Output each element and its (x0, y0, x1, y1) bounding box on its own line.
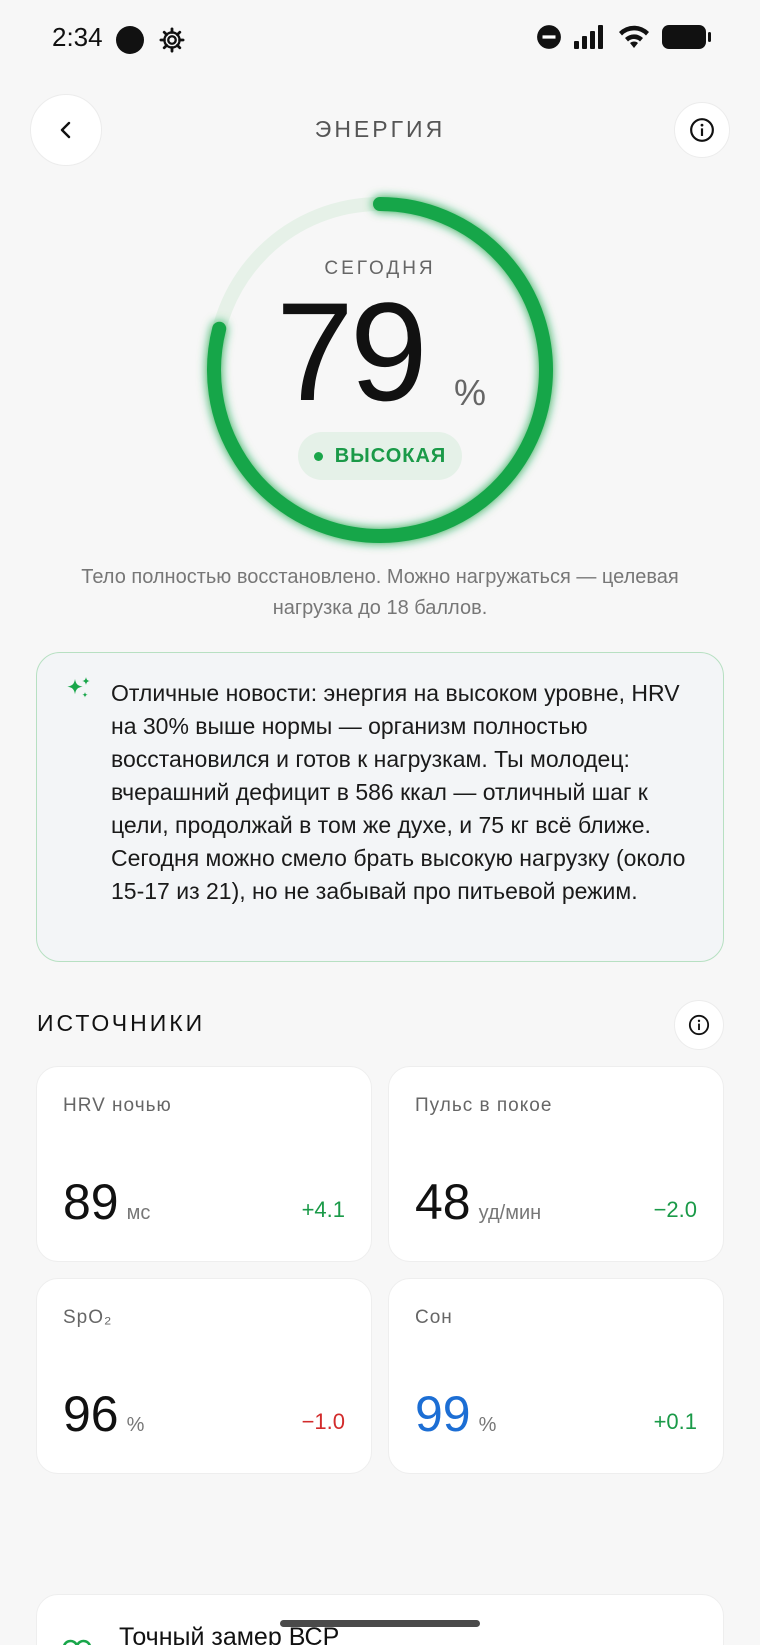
energy-gauge: СЕГОДНЯ 79 % ВЫСОКАЯ (192, 182, 568, 558)
ai-insight-text: Отличные новости: энергия на высоком уро… (111, 680, 686, 904)
black-dot-icon (116, 26, 144, 54)
do-not-disturb-icon (536, 24, 562, 55)
metric-unit: % (478, 1414, 497, 1436)
page-title: ЭНЕРГИЯ (314, 116, 446, 142)
metric-card-resting-pulse[interactable]: Пульс в покое 48 уд/мин −2.0 (388, 1066, 724, 1262)
metric-value: 99 (415, 1386, 471, 1442)
metric-unit: уд/мин (478, 1202, 542, 1224)
level-badge: ВЫСОКАЯ (298, 432, 462, 480)
level-dot-icon (313, 451, 323, 461)
metric-unit: % (126, 1414, 145, 1436)
metric-label: Сон (415, 1307, 453, 1328)
metric-label: HRV ночью (63, 1095, 172, 1116)
gauge-unit: % (454, 372, 487, 413)
metric-delta: +4.1 (301, 1197, 345, 1222)
header: ЭНЕРГИЯ (0, 90, 760, 170)
metric-delta: −1.0 (301, 1409, 345, 1434)
metric-unit: мс (126, 1202, 151, 1224)
metric-delta: −2.0 (653, 1197, 697, 1222)
metric-label: Пульс в покое (415, 1095, 553, 1116)
wifi-icon (618, 25, 650, 54)
info-icon (688, 1014, 710, 1036)
metric-card-spo2[interactable]: SpO₂ 96 % −1.0 (36, 1278, 372, 1474)
home-indicator[interactable] (280, 1620, 480, 1627)
metric-value: 48 (415, 1174, 471, 1230)
metric-delta: +0.1 (653, 1409, 697, 1434)
metric-label: SpO₂ (63, 1307, 113, 1328)
info-button[interactable] (674, 102, 730, 158)
metric-card-hrv[interactable]: HRV ночью 89 мс +4.1 (36, 1066, 372, 1262)
energy-summary: Тело полностью восстановлено. Можно нагр… (81, 566, 679, 619)
gauge-value: 79 (276, 273, 428, 430)
heart-icon (61, 1639, 93, 1645)
info-icon (690, 118, 714, 142)
metric-value: 96 (63, 1386, 119, 1442)
battery-icon (662, 24, 712, 55)
metric-card-sleep[interactable]: Сон 99 % +0.1 (388, 1278, 724, 1474)
signal-icon (574, 25, 606, 54)
sources-title: ИСТОЧНИКИ (37, 1010, 206, 1036)
sparkle-icon (63, 675, 95, 707)
sources-info-button[interactable] (674, 1000, 724, 1050)
level-label: ВЫСОКАЯ (334, 444, 447, 467)
ai-insight-card: Отличные новости: энергия на высоком уро… (36, 652, 724, 962)
status-icons (536, 24, 712, 55)
settings-gear-icon (158, 26, 186, 54)
status-bar: 2:34 (0, 0, 760, 80)
status-time: 2:34 (52, 22, 103, 52)
metric-value: 89 (63, 1174, 119, 1230)
